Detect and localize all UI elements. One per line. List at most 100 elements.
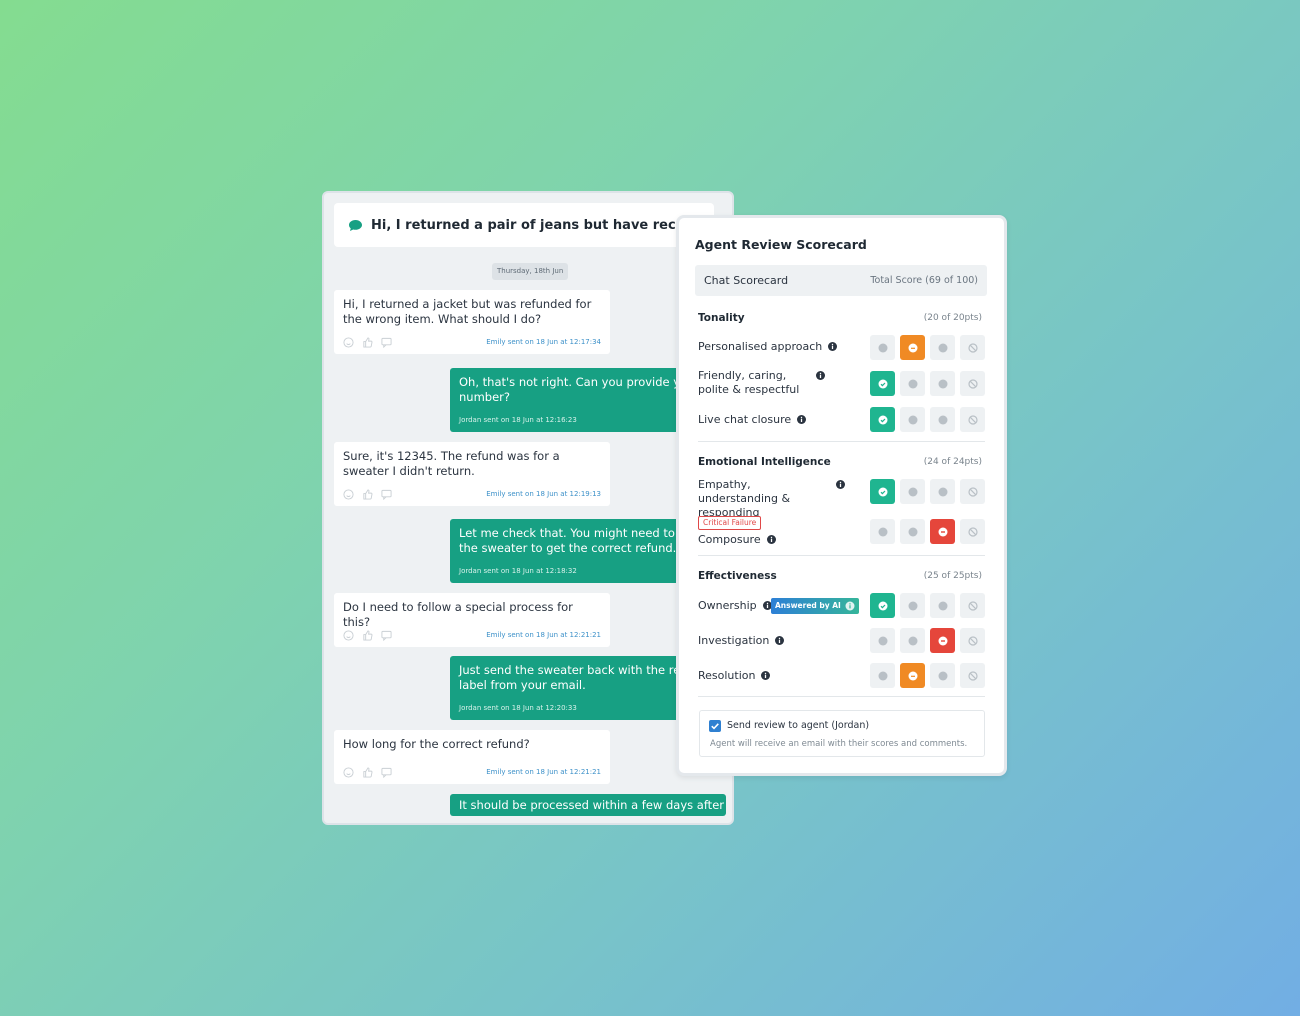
message-reactions	[343, 767, 392, 778]
send-review-checkbox[interactable]	[709, 720, 721, 732]
criterion-empathy: Empathy, understanding & responding	[698, 478, 848, 520]
smiley-icon[interactable]	[343, 489, 354, 500]
rating-option[interactable]	[870, 663, 895, 688]
chat-bubble-icon	[349, 219, 362, 231]
info-icon[interactable]	[761, 671, 771, 680]
smiley-icon[interactable]	[343, 767, 354, 778]
section-points-effectiveness: (25 of 25pts)	[923, 571, 982, 581]
rating-option-selected[interactable]	[870, 593, 895, 618]
not-applicable-icon	[967, 526, 978, 537]
not-applicable-icon	[967, 378, 978, 389]
not-applicable-icon	[967, 635, 978, 646]
rating-option[interactable]	[930, 407, 955, 432]
rating-dot-icon	[938, 601, 947, 610]
rating-option-na[interactable]	[960, 663, 985, 688]
criterion-live-chat-closure: Live chat closure	[698, 413, 807, 427]
comment-icon[interactable]	[381, 489, 392, 500]
section-divider	[698, 441, 985, 442]
info-icon[interactable]	[797, 415, 807, 424]
message-incoming: Do I need to follow a special process fo…	[334, 593, 610, 647]
message-incoming: Sure, it's 12345. The refund was for a s…	[334, 442, 610, 506]
message-reactions	[343, 489, 392, 500]
message-text: Hi, I returned a jacket but was refunded…	[343, 297, 592, 326]
rating-option-na[interactable]	[960, 407, 985, 432]
rating-dot-icon	[908, 343, 917, 352]
comment-icon[interactable]	[381, 767, 392, 778]
info-icon[interactable]	[836, 480, 845, 489]
rating-option-selected[interactable]	[870, 479, 895, 504]
rating-option[interactable]	[870, 519, 895, 544]
rating-option-na[interactable]	[960, 371, 985, 396]
rating-option[interactable]	[930, 479, 955, 504]
rating-dot-icon	[938, 487, 947, 496]
rating-option[interactable]	[870, 335, 895, 360]
critical-failure-tag: Critical Failure	[698, 516, 762, 530]
rating-dot-icon	[908, 527, 917, 536]
thumbs-up-icon[interactable]	[362, 630, 373, 641]
section-title-emotional-intelligence: Emotional Intelligence	[698, 456, 831, 468]
rating-dot-icon	[878, 379, 887, 388]
rating-option-selected[interactable]	[870, 371, 895, 396]
rating-dot-icon	[938, 415, 947, 424]
rating-option-selected[interactable]	[930, 519, 955, 544]
rating-option[interactable]	[900, 593, 925, 618]
rating-dot-icon	[908, 671, 917, 680]
rating-option[interactable]	[900, 519, 925, 544]
rating-buttons	[870, 479, 985, 504]
message-timestamp: Emily sent on 18 Jun at 12:21:21	[486, 768, 601, 776]
rating-option[interactable]	[930, 663, 955, 688]
rating-option[interactable]	[900, 371, 925, 396]
rating-option[interactable]	[870, 628, 895, 653]
info-icon[interactable]	[828, 342, 838, 351]
not-applicable-icon	[967, 600, 978, 611]
info-icon[interactable]	[845, 601, 855, 611]
total-score: Total Score (69 of 100)	[870, 275, 978, 286]
rating-option[interactable]	[930, 335, 955, 360]
comment-icon[interactable]	[381, 337, 392, 348]
thumbs-up-icon[interactable]	[362, 337, 373, 348]
rating-dot-icon	[938, 527, 947, 536]
info-icon[interactable]	[775, 636, 785, 645]
rating-option-na[interactable]	[960, 335, 985, 360]
send-review-box: Send review to agent (Jordan) Agent will…	[699, 710, 985, 757]
message-text: Do I need to follow a special process fo…	[343, 600, 573, 629]
rating-option[interactable]	[930, 593, 955, 618]
rating-option[interactable]	[900, 479, 925, 504]
thumbs-up-icon[interactable]	[362, 767, 373, 778]
info-icon[interactable]	[766, 535, 776, 544]
comment-icon[interactable]	[381, 630, 392, 641]
message-incoming: How long for the correct refund? Emily s…	[334, 730, 610, 784]
message-timestamp: Emily sent on 18 Jun at 12:19:13	[486, 490, 601, 498]
section-title-tonality: Tonality	[698, 312, 745, 324]
send-review-label[interactable]: Send review to agent (Jordan)	[727, 720, 869, 731]
rating-option[interactable]	[930, 371, 955, 396]
rating-option-na[interactable]	[960, 479, 985, 504]
rating-dot-icon	[938, 379, 947, 388]
smiley-icon[interactable]	[343, 630, 354, 641]
message-timestamp: Jordan sent on 18 Jun at 12:18:32	[459, 567, 577, 575]
scorecard-panel: Agent Review Scorecard Chat Scorecard To…	[676, 215, 1007, 776]
rating-dot-icon	[878, 415, 887, 424]
message-reactions	[343, 630, 392, 641]
message-outgoing: Oh, that's not right. Can you provide yo…	[450, 368, 714, 432]
rating-option-selected[interactable]	[900, 663, 925, 688]
rating-buttons	[870, 663, 985, 688]
smiley-icon[interactable]	[343, 337, 354, 348]
rating-option-na[interactable]	[960, 593, 985, 618]
info-icon[interactable]	[816, 371, 825, 380]
rating-dot-icon	[908, 379, 917, 388]
message-text: Sure, it's 12345. The refund was for a s…	[343, 449, 560, 478]
section-divider	[698, 555, 985, 556]
rating-option-na[interactable]	[960, 628, 985, 653]
message-text: Let me check that. You might need to re …	[459, 526, 691, 555]
rating-option-selected[interactable]	[930, 628, 955, 653]
rating-option-na[interactable]	[960, 519, 985, 544]
rating-dot-icon	[878, 601, 887, 610]
rating-option[interactable]	[900, 628, 925, 653]
thumbs-up-icon[interactable]	[362, 489, 373, 500]
rating-dot-icon	[908, 601, 917, 610]
rating-option-selected[interactable]	[870, 407, 895, 432]
rating-option[interactable]	[900, 407, 925, 432]
rating-dot-icon	[938, 636, 947, 645]
rating-option-selected[interactable]	[900, 335, 925, 360]
